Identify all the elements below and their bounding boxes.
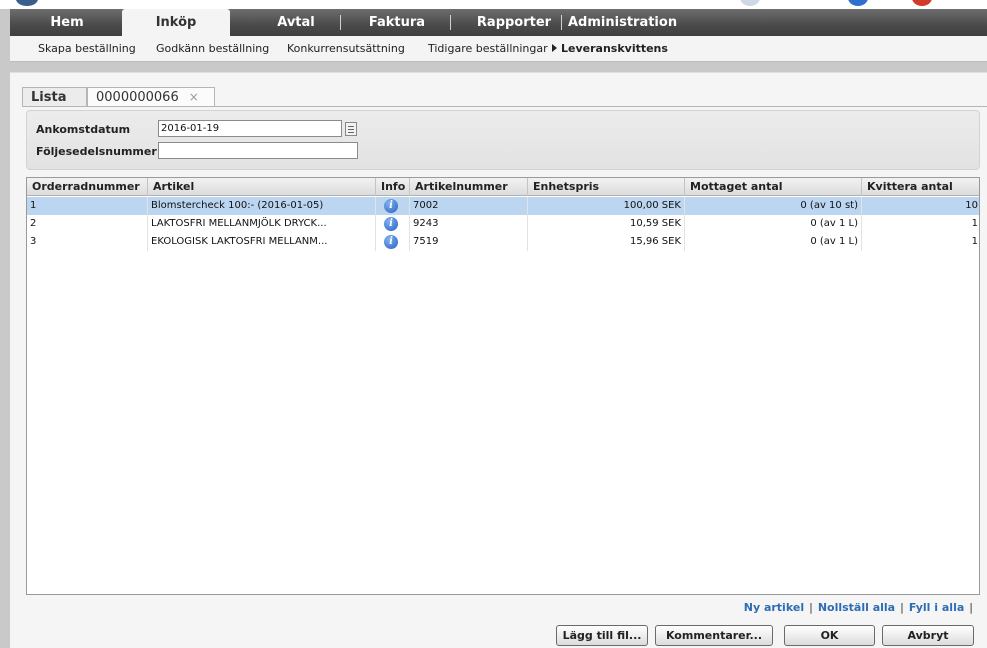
nav-tab-faktura[interactable]: Faktura <box>360 9 434 36</box>
new-article-link[interactable]: Ny artikel <box>744 601 804 614</box>
subnav-leveranskvittens-label: Leveranskvittens <box>561 42 668 55</box>
nav-separator <box>340 15 341 30</box>
add-file-button[interactable]: Lägg till fil... <box>556 625 648 646</box>
close-tab-icon[interactable]: × <box>189 90 199 104</box>
cell-enhetspris: 100,00 SEK <box>528 197 685 215</box>
info-icon[interactable]: i <box>384 235 398 249</box>
help-icon[interactable] <box>740 0 760 6</box>
cell-artikel: Blomstercheck 100:- (2016-01-05) <box>148 197 376 215</box>
cell-orderrad: 3 <box>27 233 148 251</box>
link-separator: | <box>900 601 904 614</box>
subnav-konkurrensutsattning[interactable]: Konkurrensutsättning <box>287 36 405 62</box>
nav-separator <box>450 15 451 30</box>
arrival-date-input[interactable] <box>158 120 342 137</box>
main-navigation: Hem Inköp Avtal Faktura Rapporter Admini… <box>10 9 987 36</box>
table-header: Orderradnummer Artikel Info Artikelnumme… <box>27 178 979 196</box>
nav-tab-inkop[interactable]: Inköp <box>122 9 230 36</box>
nav-tab-hem[interactable]: Hem <box>30 9 104 36</box>
cell-artikelnummer: 7519 <box>410 233 528 251</box>
cell-enhetspris: 15,96 SEK <box>528 233 685 251</box>
tab-order-label: 0000000066 <box>96 90 179 105</box>
info-icon[interactable]: i <box>384 199 398 213</box>
comments-button[interactable]: Kommentarer... <box>655 625 773 646</box>
receipt-form: Ankomstdatum Följesedelsnummer <box>26 110 980 170</box>
column-header[interactable]: Info <box>376 178 410 196</box>
table-row[interactable]: 1 Blomstercheck 100:- (2016-01-05) i 700… <box>27 197 979 215</box>
link-separator: | <box>969 601 973 614</box>
cell-orderrad: 2 <box>27 215 148 233</box>
logout-icon[interactable] <box>912 0 932 6</box>
reset-all-link[interactable]: Nollställ alla <box>818 601 895 614</box>
cell-artikel: EKOLOGISK LAKTOSFRI MELLANM... <box>148 233 376 251</box>
column-header[interactable]: Kvittera antal <box>862 178 979 196</box>
logo-icon <box>16 0 38 6</box>
cell-mottaget: 0 (av 1 L) <box>685 233 862 251</box>
cell-info: i <box>376 197 410 215</box>
cell-info: i <box>376 215 410 233</box>
delivery-note-input[interactable] <box>158 142 358 159</box>
delivery-note-label: Följesedelsnummer <box>36 145 157 158</box>
subnav-tidigare-bestallningar[interactable]: Tidigare beställningar <box>428 36 548 62</box>
subnav-skapa-bestallning[interactable]: Skapa beställning <box>38 36 136 62</box>
link-separator: | <box>809 601 813 614</box>
subnav-godkann-bestallning[interactable]: Godkänn beställning <box>156 36 269 62</box>
table-actions: Ny artikel | Nollställ alla | Fyll i alla | <box>744 601 978 614</box>
cell-artikelnummer: 7002 <box>410 197 528 215</box>
column-header[interactable]: Mottaget antal <box>685 178 862 196</box>
caret-right-icon <box>552 44 557 52</box>
cell-info: i <box>376 233 410 251</box>
column-header[interactable]: Artikel <box>148 178 376 196</box>
cell-kvittera[interactable]: 10 <box>862 197 979 215</box>
sub-navigation: Skapa beställning Godkänn beställning Ko… <box>10 36 987 62</box>
cell-kvittera[interactable]: 1 <box>862 215 979 233</box>
arrival-date-label: Ankomstdatum <box>36 123 131 136</box>
nav-tab-avtal[interactable]: Avtal <box>256 9 336 36</box>
ok-button[interactable]: OK <box>784 625 875 646</box>
cell-artikelnummer: 9243 <box>410 215 528 233</box>
top-strip <box>0 0 987 9</box>
column-header[interactable]: Orderradnummer <box>27 178 148 196</box>
table-row[interactable]: 2 LAKTOSFRI MELLANMJÖLK DRYCK... i 9243 … <box>27 215 979 233</box>
column-header[interactable]: Enhetspris <box>528 178 685 196</box>
table-row[interactable]: 3 EKOLOGISK LAKTOSFRI MELLANM... i 7519 … <box>27 233 979 251</box>
order-lines-table: Orderradnummer Artikel Info Artikelnumme… <box>26 177 980 595</box>
cell-mottaget: 0 (av 10 st) <box>685 197 862 215</box>
cancel-button[interactable]: Avbryt <box>882 625 974 646</box>
subnav-leveranskvittens[interactable]: Leveranskvittens <box>552 36 668 62</box>
content-area: Lista 0000000066 × Ankomstdatum Följesede… <box>10 72 987 648</box>
tab-lista[interactable]: Lista <box>22 87 87 107</box>
tab-order[interactable]: 0000000066 × <box>87 87 215 107</box>
nav-tab-rapporter[interactable]: Rapporter <box>466 9 562 36</box>
cell-kvittera[interactable]: 1 <box>862 233 979 251</box>
cell-artikel: LAKTOSFRI MELLANMJÖLK DRYCK... <box>148 215 376 233</box>
nav-tab-administration[interactable]: Administration <box>568 9 677 36</box>
info-icon[interactable] <box>848 0 868 6</box>
column-header[interactable]: Artikelnummer <box>410 178 528 196</box>
cell-enhetspris: 10,59 SEK <box>528 215 685 233</box>
tab-divider <box>22 106 987 107</box>
fill-all-link[interactable]: Fyll i alla <box>909 601 964 614</box>
cell-mottaget: 0 (av 1 L) <box>685 215 862 233</box>
cell-orderrad: 1 <box>27 197 148 215</box>
nav-separator <box>561 15 562 30</box>
calendar-icon[interactable] <box>345 122 357 136</box>
info-icon[interactable]: i <box>384 217 398 231</box>
